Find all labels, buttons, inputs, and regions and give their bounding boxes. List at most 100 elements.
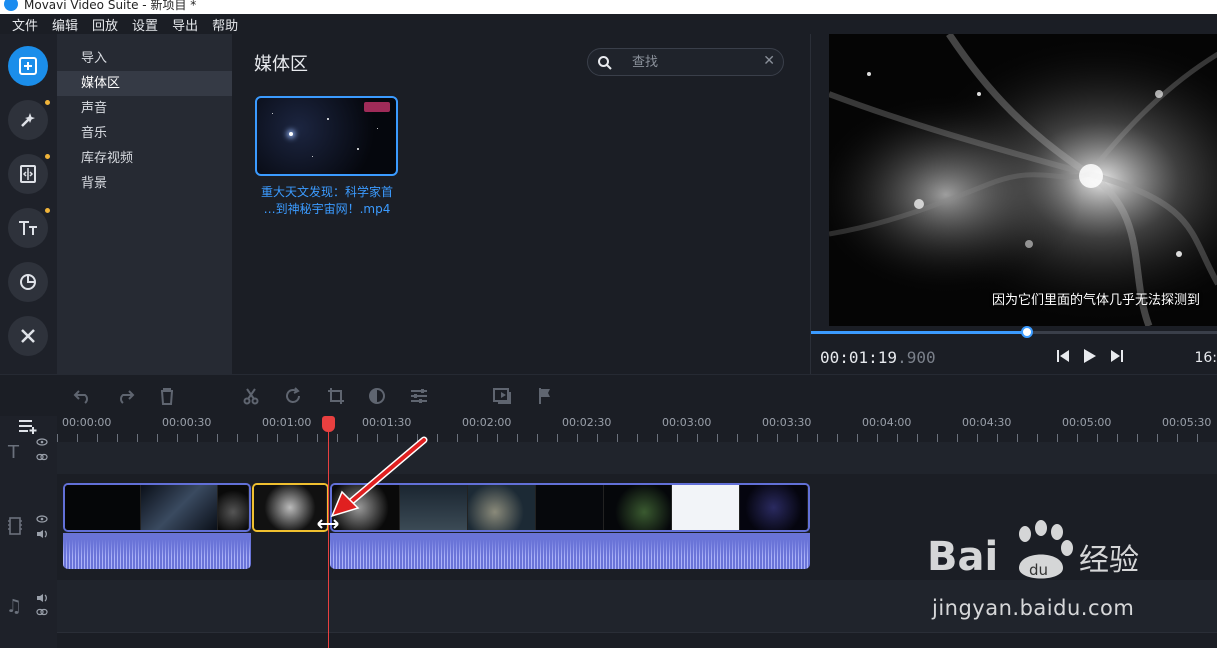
clip-properties-button[interactable] <box>408 385 430 407</box>
svg-text:Bai: Bai <box>927 534 998 580</box>
svg-text:du: du <box>1029 561 1048 579</box>
import-tab-button[interactable] <box>8 46 48 86</box>
add-media-icon <box>19 57 37 75</box>
effects-tab-button[interactable] <box>8 100 50 140</box>
preview-video[interactable]: 因为它们里面的气体几乎无法探测到 <box>829 34 1217 326</box>
menu-help[interactable]: 帮助 <box>212 15 238 34</box>
search-input[interactable] <box>632 53 752 71</box>
svg-text:经验: 经验 <box>1079 543 1139 578</box>
title-bar: Movavi Video Suite - 新项目 * <box>0 0 1217 14</box>
timecode-main: 00:01:19 <box>820 348 898 367</box>
crop-button[interactable] <box>325 385 347 407</box>
video-track-header <box>0 474 57 580</box>
ruler-tick: 00:04:30 <box>962 416 1012 429</box>
export-frame-icon <box>493 388 511 404</box>
titles-tab-button[interactable] <box>8 208 50 248</box>
volume-icon[interactable] <box>36 593 48 603</box>
app-window: Movavi Video Suite - 新项目 * 文件 编辑 回放 设置 导… <box>0 0 1217 648</box>
sticker-icon <box>20 274 36 290</box>
media-item-label[interactable]: 重大天文发现：科学家首 …到神秘宇宙网！.mp4 <box>247 184 407 218</box>
search-box: ✕ <box>587 48 784 76</box>
playback-progress-bar[interactable] <box>811 326 1217 338</box>
skip-back-icon[interactable] <box>1055 348 1071 364</box>
scissors-icon <box>243 388 259 405</box>
category-import[interactable]: 导入 <box>57 46 232 71</box>
category-stock-video[interactable]: 库存视频 <box>57 146 232 171</box>
transition-icon <box>20 165 36 183</box>
tool-rail <box>0 34 57 374</box>
ruler-tick: 00:03:30 <box>762 416 812 429</box>
ruler-tick: 00:05:30 <box>1162 416 1212 429</box>
channel-logo <box>364 102 390 112</box>
undo-button[interactable] <box>72 385 94 407</box>
marker-button[interactable] <box>534 385 556 407</box>
baidu-jingyan-watermark: Bai du 经验 jingyan.baidu.com <box>927 520 1157 620</box>
category-media-bin[interactable]: 媒体区 <box>57 71 232 96</box>
link-icon[interactable] <box>36 453 48 461</box>
ruler-tick: 00:03:00 <box>662 416 712 429</box>
eye-icon[interactable] <box>36 438 48 446</box>
sliders-icon <box>411 389 427 403</box>
ruler-tick: 00:01:30 <box>362 416 412 429</box>
color-adjust-icon <box>369 388 385 404</box>
timeline-toolbar <box>0 374 1217 416</box>
media-item-label-line2: …到神秘宇宙网！.mp4 <box>263 202 391 216</box>
menu-bar: 文件 编辑 回放 设置 导出 帮助 <box>0 14 1217 34</box>
menu-edit[interactable]: 编辑 <box>52 15 78 34</box>
tools-tab-button[interactable] <box>8 316 48 356</box>
video-clip[interactable] <box>63 483 251 532</box>
category-list: 导入 媒体区 声音 音乐 库存视频 背景 <box>57 34 232 374</box>
menu-playback[interactable]: 回放 <box>92 15 118 34</box>
ruler-tick: 00:02:00 <box>462 416 512 429</box>
redo-icon <box>120 390 135 404</box>
total-duration-partial: 16: <box>1194 350 1217 366</box>
rotate-button[interactable] <box>282 385 304 407</box>
skip-forward-icon[interactable] <box>1109 348 1125 364</box>
title-track-icon: T <box>8 442 19 463</box>
timecode: 00:01:19.900 <box>820 348 936 367</box>
ruler-tick: 00:05:00 <box>1062 416 1112 429</box>
color-adjust-button[interactable] <box>366 385 388 407</box>
category-backgrounds[interactable]: 背景 <box>57 171 232 196</box>
extra-track[interactable] <box>57 632 1217 648</box>
app-logo-icon <box>4 0 18 11</box>
watermark-url: jingyan.baidu.com <box>932 596 1135 620</box>
media-bin-title: 媒体区 <box>254 54 308 75</box>
magic-wand-icon <box>21 113 35 127</box>
split-button[interactable] <box>240 385 262 407</box>
rotate-icon <box>286 387 300 403</box>
annotation-arrow-icon <box>330 436 428 518</box>
title-track[interactable] <box>57 442 1217 474</box>
media-thumbnail[interactable] <box>255 96 398 176</box>
progress-knob[interactable] <box>1020 326 1033 338</box>
delete-button[interactable] <box>156 385 178 407</box>
add-track-icon[interactable] <box>18 418 40 434</box>
category-music[interactable]: 音乐 <box>57 121 232 146</box>
trash-icon <box>161 388 173 405</box>
menu-file[interactable]: 文件 <box>12 15 38 34</box>
category-sounds[interactable]: 声音 <box>57 96 232 121</box>
video-subtitle: 因为它们里面的气体几乎无法探测到 <box>991 293 1200 308</box>
text-icon <box>19 221 37 235</box>
undo-icon <box>73 390 88 404</box>
baidu-logo-icon: Bai du 经验 <box>927 520 1139 580</box>
export-clip-button[interactable] <box>492 385 514 407</box>
menu-settings[interactable]: 设置 <box>132 15 158 34</box>
stickers-tab-button[interactable] <box>8 262 48 302</box>
timeline-ruler[interactable]: 00:00:00 00:00:30 00:01:00 00:01:30 00:0… <box>57 416 1217 442</box>
transitions-tab-button[interactable] <box>8 154 50 194</box>
redo-button[interactable] <box>114 385 136 407</box>
link-icon[interactable] <box>36 608 48 616</box>
menu-export[interactable]: 导出 <box>172 15 198 34</box>
audio-waveform[interactable] <box>63 533 251 569</box>
eye-icon[interactable] <box>36 515 48 523</box>
play-icon[interactable] <box>1081 348 1097 364</box>
ruler-tick: 00:01:00 <box>262 416 312 429</box>
title-track-header: T <box>0 438 57 474</box>
window-title: Movavi Video Suite - 新项目 * <box>24 0 197 12</box>
clear-search-icon[interactable]: ✕ <box>763 53 775 69</box>
audio-waveform[interactable] <box>330 533 810 569</box>
media-bin-panel: 媒体区 ✕ 重大天文发现：科学家首 …到神秘宇宙网！.mp4 <box>232 34 810 374</box>
flag-icon <box>539 388 550 404</box>
volume-icon[interactable] <box>36 529 48 539</box>
